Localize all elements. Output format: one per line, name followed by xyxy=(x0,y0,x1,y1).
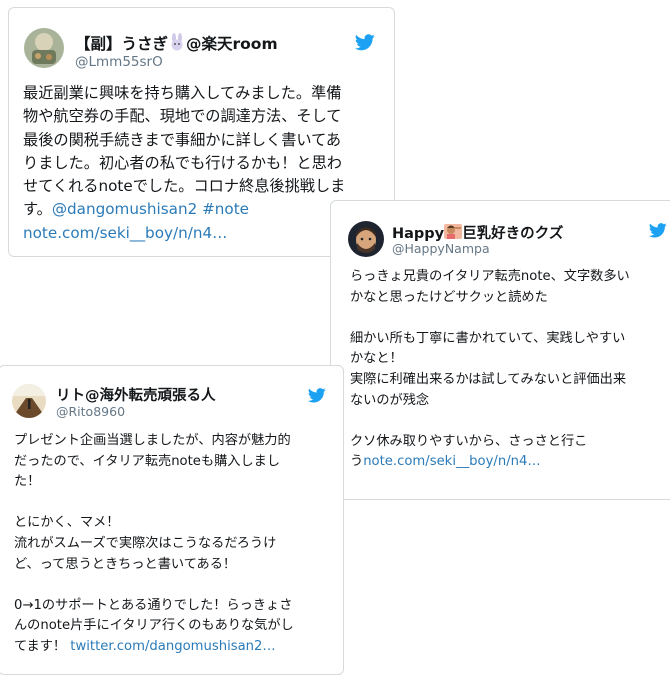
tweet-line: とにかく、マメ！ xyxy=(14,515,120,531)
url-link[interactable]: twitter.com/dangomushisan2… xyxy=(70,639,275,654)
tweet-line: うnote.com/seki__boy/n/n4… xyxy=(350,452,630,473)
tweet-line: 0→1のサポートとある通りでした！らっきょさ xyxy=(14,597,293,613)
tweet-line: 細かい所も丁寧に書かれていて、実践しやすい xyxy=(350,330,626,346)
tweet-card[interactable]: Happy 巨乳好きのクズ @HappyNampa らっきょ兄貴のイタリア転売no… xyxy=(330,200,670,500)
tweet-line: だったので、イタリア転売noteも購入しまし xyxy=(14,453,281,469)
display-name-text: Happy xyxy=(392,226,445,242)
tweet-line: 最近副業に興味を持ち購入してみました。準備 xyxy=(23,84,342,102)
tweet-line-text: う xyxy=(350,454,364,470)
user-handle[interactable]: @Rito8960 xyxy=(56,404,125,419)
twitter-bird-icon[interactable] xyxy=(355,34,375,55)
mention-link[interactable]: @dangomushisan2 xyxy=(52,200,197,218)
tweet-line: んのnote片手にイタリア行くのもありな気がし xyxy=(14,618,294,634)
tweet-line: ないのが残念 xyxy=(350,392,430,408)
url-link[interactable]: note.com/seki__boy/n/n4… xyxy=(363,454,540,469)
tweet-line: 実際に利確出来るかは試してみないと評価出来 xyxy=(350,371,627,387)
tweet-line: らっきょ兄貴のイタリア転売note、文字数多い xyxy=(350,269,630,284)
tweet-line: せてくれるnoteでした。コロナ終息後挑戦しま xyxy=(23,177,346,196)
tweet-line: た！ xyxy=(14,474,41,490)
user-handle[interactable]: @HappyNampa xyxy=(392,241,490,256)
tweet-line: りました。初心者の私でも行けるかも！と思わ xyxy=(23,153,342,172)
tweet-text: 最近副業に興味を持ち購入してみました。準備 物や航空券の手配、現地での調達方法、… xyxy=(23,82,345,245)
avatar[interactable] xyxy=(24,28,64,68)
display-name-suffix: 巨乳好きのクズ xyxy=(462,226,564,242)
tweet-card[interactable]: リト@海外転売頑張る人 @Rito8960 プレゼント企画当選しましたが、内容が… xyxy=(0,365,344,675)
display-name[interactable]: リト@海外転売頑張る人 xyxy=(56,384,216,405)
tweet-text: らっきょ兄貴のイタリア転売note、文字数多い かなと思ったけどサクッと読めた … xyxy=(350,267,630,473)
tweet-line: プレゼント企画当選しましたが、内容が魅力的 xyxy=(14,433,291,448)
tweet-line: す。@dangomushisan2 #note xyxy=(23,198,345,221)
avatar[interactable] xyxy=(348,221,384,257)
twitter-bird-icon[interactable] xyxy=(308,388,326,407)
tweet-line-text: てます！ xyxy=(14,638,67,654)
display-name-text: 【副】うさぎ xyxy=(75,35,169,53)
tweet-line-text: す。 xyxy=(23,200,52,219)
tweet-text: プレゼント企画当選しましたが、内容が魅力的 だったので、イタリア転売noteも購… xyxy=(14,431,294,658)
tweet-line: クソ休み取りやすいから、さっさと行こ xyxy=(350,433,588,449)
tweet-line: 最後の関税手続きまで事細かに詳しく書いてあ xyxy=(23,130,342,149)
tweet-line: かなと！ xyxy=(350,351,403,367)
user-handle[interactable]: @Lmm55srO xyxy=(75,54,163,70)
url-link[interactable]: note.com/seki__boy/n/n4… xyxy=(23,222,345,245)
display-name[interactable]: 【副】うさぎ @楽天room xyxy=(75,32,278,55)
display-name-suffix: @楽天room xyxy=(186,35,278,53)
tweet-line: てます！ twitter.com/dangomushisan2… xyxy=(14,637,294,658)
avatar[interactable] xyxy=(12,384,46,418)
tweet-line: 物や航空券の手配、現地での調達方法、そして xyxy=(23,107,342,126)
tweet-line: かなと思ったけどサクッと読めた xyxy=(350,289,548,305)
hashtag-link[interactable]: #note xyxy=(202,200,249,218)
tweet-line: 流れがスムーズで実際次はこうなるだろうけ xyxy=(14,535,277,551)
tweet-line: ど、って思うときちっと書いてある！ xyxy=(14,556,237,572)
rabbit-emoji-icon xyxy=(168,33,186,55)
twitter-bird-icon[interactable] xyxy=(649,223,667,242)
